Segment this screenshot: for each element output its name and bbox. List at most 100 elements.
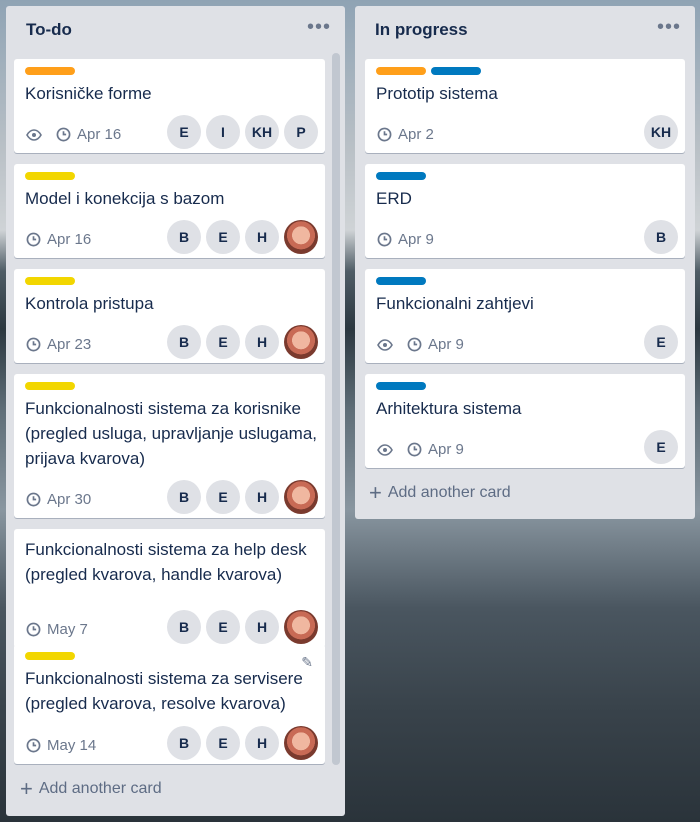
member-avatar[interactable]: H [245, 610, 279, 644]
label-orange[interactable] [25, 67, 75, 75]
card-badges: Apr 30 [26, 491, 91, 508]
member-avatar[interactable]: E [206, 610, 240, 644]
list-menu-icon[interactable]: ••• [657, 16, 681, 39]
member-avatar[interactable]: E [206, 726, 240, 760]
due-date-badge[interactable]: Apr 23 [26, 336, 91, 353]
add-card-label: Add another card [387, 484, 511, 501]
due-date-text: May 7 [47, 621, 88, 638]
due-date-badge[interactable]: Apr 16 [26, 231, 91, 248]
clock-icon [26, 232, 41, 247]
member-avatar[interactable]: E [644, 325, 678, 359]
due-date-text: Apr 23 [47, 336, 92, 353]
due-date-badge[interactable]: Apr 2 [377, 126, 434, 143]
watch-eye-icon [377, 443, 393, 456]
member-avatar[interactable]: B [167, 220, 201, 254]
clock-icon [377, 127, 392, 142]
member-avatar[interactable]: H [245, 325, 279, 359]
card-title: Funkcionalni zahtjevi [376, 294, 534, 313]
member-avatar[interactable]: B [167, 480, 201, 514]
card-labels [376, 172, 426, 180]
card[interactable]: ERD Apr 9 B [365, 164, 685, 258]
label-yellow[interactable] [25, 652, 75, 660]
due-date-text: Apr 30 [47, 491, 92, 508]
member-avatar[interactable]: B [644, 220, 678, 254]
label-blue[interactable] [376, 277, 426, 285]
label-yellow[interactable] [25, 277, 75, 285]
member-avatar[interactable]: KH [245, 115, 279, 149]
list-title[interactable]: To-do [26, 20, 72, 40]
list-header: To-do ••• [6, 6, 345, 52]
clock-icon [377, 232, 392, 247]
member-avatar[interactable]: H [245, 220, 279, 254]
due-date-text: Apr 9 [428, 441, 464, 458]
card[interactable]: Prototip sistema Apr 2 KH [365, 59, 685, 153]
plus-icon: + [20, 776, 33, 801]
member-avatar[interactable]: KH [644, 115, 678, 149]
member-avatar[interactable]: E [644, 430, 678, 464]
list-header: In progress ••• [355, 6, 695, 52]
card[interactable]: Arhitektura sistema Apr 9 E [365, 374, 685, 468]
member-avatar[interactable]: H [245, 726, 279, 760]
member-avatar-photo[interactable] [284, 325, 318, 359]
edit-pencil-icon[interactable]: ✎ [301, 654, 313, 671]
label-orange[interactable] [376, 67, 426, 75]
member-avatar-photo[interactable] [284, 480, 318, 514]
member-avatar[interactable]: B [167, 610, 201, 644]
list-in-progress: In progress ••• Prototip sistema Apr 2 KH E… [355, 6, 695, 519]
card-badges: Apr 9 [377, 231, 434, 248]
member-avatar[interactable]: B [167, 325, 201, 359]
member-avatar[interactable]: E [167, 115, 201, 149]
label-blue[interactable] [431, 67, 481, 75]
card[interactable]: Funkcionalnosti sistema za korisnike (pr… [14, 374, 325, 518]
label-blue[interactable] [376, 382, 426, 390]
card[interactable]: Funkcionalni zahtjevi Apr 9 E [365, 269, 685, 363]
member-avatar[interactable]: E [206, 220, 240, 254]
member-avatar[interactable]: I [206, 115, 240, 149]
due-date-badge[interactable]: May 14 [26, 737, 96, 754]
card[interactable]: Funkcionalnosti sistema za servisere (pr… [14, 644, 325, 764]
card-labels [25, 382, 75, 390]
card-members: B [644, 220, 678, 254]
due-date-text: Apr 16 [47, 231, 92, 248]
card[interactable]: Kontrola pristupa Apr 23 B E H [14, 269, 325, 363]
member-avatar[interactable]: B [167, 726, 201, 760]
due-date-badge[interactable]: Apr 9 [377, 231, 434, 248]
card-badges: Apr 16 [26, 231, 91, 248]
member-avatar-photo[interactable] [284, 610, 318, 644]
add-card-button[interactable]: + Add another card [369, 482, 511, 504]
scrollbar[interactable] [332, 53, 340, 765]
member-avatar-photo[interactable] [284, 726, 318, 760]
add-card-button[interactable]: + Add another card [20, 776, 162, 801]
due-date-text: Apr 2 [398, 126, 434, 143]
list-title[interactable]: In progress [375, 20, 468, 40]
watch-eye-icon [377, 338, 393, 351]
list-menu-icon[interactable]: ••• [307, 16, 331, 39]
member-avatar[interactable]: H [245, 480, 279, 514]
due-date-badge[interactable]: May 7 [26, 621, 88, 638]
label-blue[interactable] [376, 172, 426, 180]
card[interactable]: Funkcionalnosti sistema za help desk (pr… [14, 529, 325, 648]
clock-icon [26, 492, 41, 507]
card-members: BEH [167, 480, 318, 514]
due-date-text: May 14 [47, 737, 97, 754]
member-avatar-photo[interactable] [284, 220, 318, 254]
card-title: Kontrola pristupa [25, 294, 154, 313]
due-date-badge[interactable]: Apr 30 [26, 491, 91, 508]
card-title: Funkcionalnosti sistema za korisnike (pr… [25, 399, 318, 468]
due-date-badge[interactable]: Apr 16 [56, 126, 121, 143]
card-members: E [644, 430, 678, 464]
due-date-badge[interactable]: Apr 9 [407, 441, 464, 458]
card[interactable]: Korisničke forme Apr 16 E I KH P [14, 59, 325, 153]
member-avatar[interactable]: P [284, 115, 318, 149]
due-date-badge[interactable]: Apr 9 [407, 336, 464, 353]
label-yellow[interactable] [25, 172, 75, 180]
label-yellow[interactable] [25, 382, 75, 390]
card-badges: Apr 23 [26, 336, 91, 353]
card-badges: May 14 [26, 737, 96, 754]
card-labels [376, 277, 426, 285]
member-avatar[interactable]: E [206, 325, 240, 359]
member-avatar[interactable]: E [206, 480, 240, 514]
card[interactable]: Model i konekcija s bazom Apr 16 B E H [14, 164, 325, 258]
card-title: Korisničke forme [25, 84, 152, 103]
card-badges: Apr 2 [377, 126, 434, 143]
